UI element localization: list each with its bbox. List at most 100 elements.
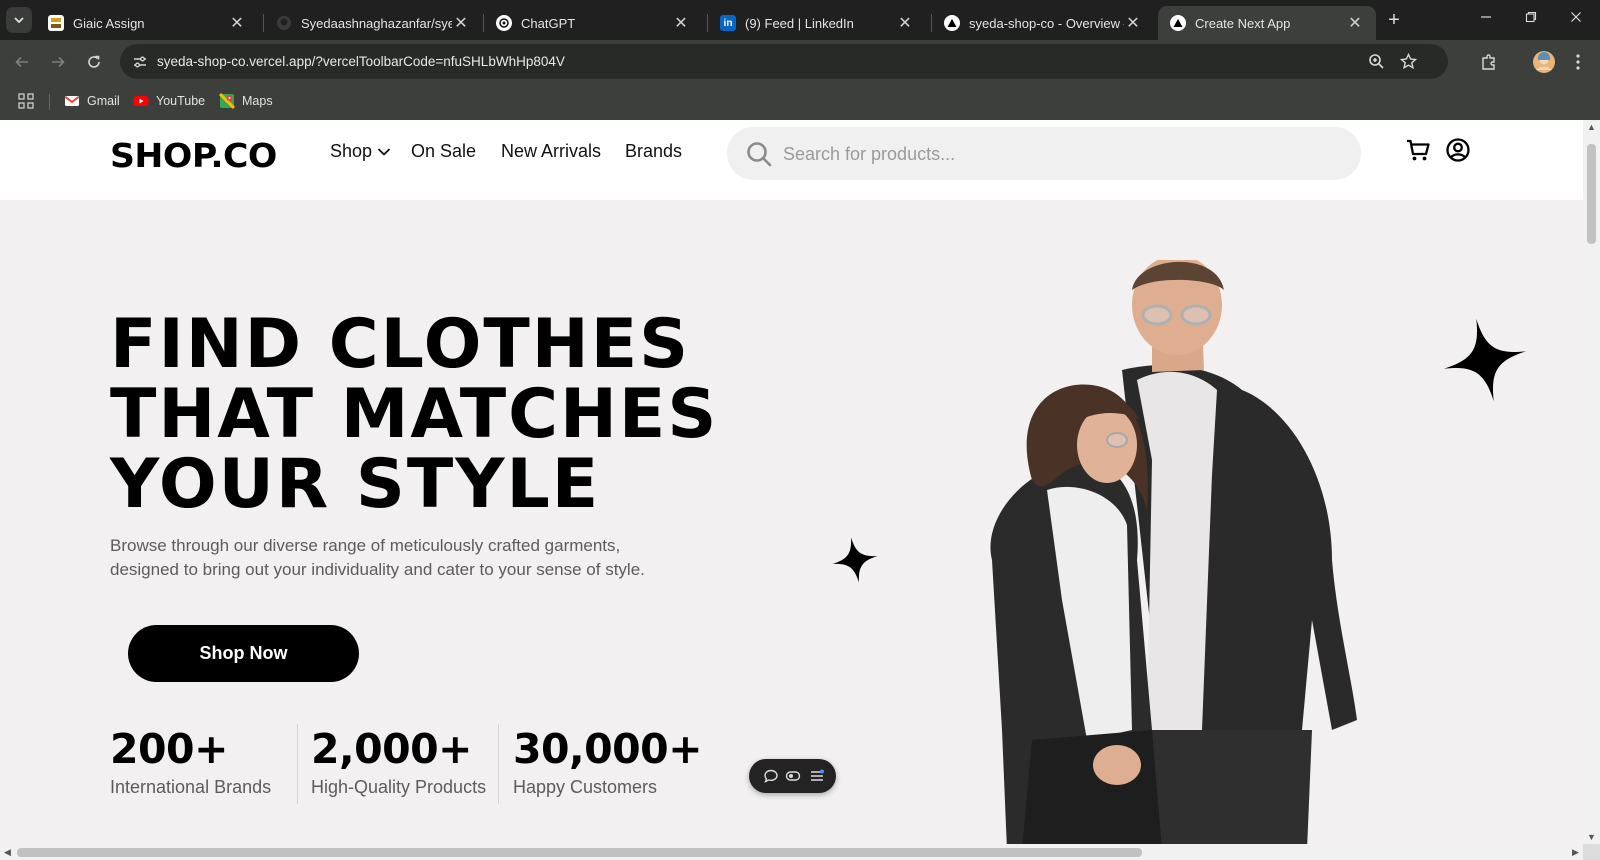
browser-menu-button[interactable] [1568,52,1588,72]
nav-brands[interactable]: Brands [625,141,682,162]
youtube-icon [133,96,149,106]
tab-title: Syedaashnaghazanfar/syeda-shop-co [301,15,452,31]
bookmarks-bar: Gmail YouTube Maps [0,84,1600,120]
shop-now-button[interactable]: Shop Now [128,625,359,682]
arrow-left-icon [15,56,28,68]
stat-value: 30,000+ [513,725,703,773]
scroll-left-icon[interactable]: ◀ [4,847,11,858]
arrow-right-icon [52,56,65,68]
tab-giaic[interactable]: Giaic Assign ✕ [36,6,258,40]
site-header: SHOP.CO Shop On Sale New Arrivals Brands [0,120,1583,200]
scroll-up-icon[interactable]: ▲ [1587,122,1596,132]
profile-avatar[interactable] [1531,49,1557,75]
linkedin-favicon: in [720,15,736,31]
apps-button[interactable] [18,93,34,109]
user-account-icon[interactable] [1444,136,1472,164]
close-window-button[interactable] [1566,10,1586,26]
extensions-button[interactable] [1479,52,1499,72]
forward-button[interactable] [48,52,68,72]
new-tab-button[interactable]: + [1382,9,1406,33]
site-logo[interactable]: SHOP.CO [110,136,277,175]
chevron-down-icon [14,17,24,24]
close-icon[interactable]: ✕ [1124,13,1142,33]
star-icon[interactable] [1399,52,1418,75]
maps-icon [219,93,235,109]
bookmark-youtube[interactable]: YouTube [133,93,205,109]
tab-strip: Giaic Assign ✕ Syedaashnaghazanfar/syeda… [0,0,1600,40]
chevron-down-icon [377,147,391,156]
address-bar[interactable]: syeda-shop-co.vercel.app/?vercelToolbarC… [120,44,1448,79]
avatar-icon [1533,51,1555,73]
tab-search-button[interactable] [6,7,32,33]
stat-divider [297,724,298,804]
cart-icon[interactable] [1404,136,1432,164]
url-text[interactable]: syeda-shop-co.vercel.app/?vercelToolbarC… [157,54,565,69]
close-icon[interactable]: ✕ [672,13,690,33]
giaic-favicon [48,15,64,31]
close-icon[interactable]: ✕ [228,13,246,33]
vercel-favicon [944,15,960,31]
horizontal-scroll-thumb[interactable] [17,848,1142,857]
page-viewport: SHOP.CO Shop On Sale New Arrivals Brands… [0,120,1583,844]
vercel-toolbar[interactable] [749,759,836,793]
vertical-scrollbar[interactable]: ▲ ▼ [1583,120,1600,844]
close-icon[interactable]: ✕ [1346,13,1364,33]
search-bar[interactable] [727,127,1361,180]
gmail-icon [64,96,80,106]
tab-title: Giaic Assign [73,15,145,31]
tab-title: Create Next App [1195,15,1291,31]
reload-button[interactable] [84,52,104,72]
vercel-favicon [1170,15,1186,31]
bookmark-label: Gmail [87,94,120,108]
scrollbar-corner [1583,844,1600,860]
hero-title: FIND CLOTHES THAT MATCHES YOUR STYLE [110,310,718,520]
hero-title-line: YOUR STYLE [110,445,601,524]
back-button[interactable] [12,52,32,72]
nav-on-sale[interactable]: On Sale [411,141,476,162]
nav-shop-label: Shop [330,141,373,161]
bookmark-divider [49,94,50,110]
stat-customers: 30,000+ Happy Customers [513,725,703,798]
stat-value: 2,000+ [311,725,473,773]
close-icon[interactable]: ✕ [896,13,914,33]
minimize-button[interactable] [1476,10,1496,26]
more-vertical-icon [1576,54,1580,70]
puzzle-icon [1482,54,1495,70]
stat-value: 200+ [110,725,228,773]
scroll-right-icon[interactable]: ▶ [1572,847,1579,858]
search-icon [747,142,772,167]
restore-button[interactable] [1521,10,1541,26]
toggle-icon[interactable] [785,768,801,784]
hero-description: Browse through our diverse range of meti… [110,536,645,579]
sparkle-large-icon [1443,318,1527,402]
stat-divider [498,724,499,804]
tab-vercel-overview[interactable]: syeda-shop-co - Overview – Vercel ✕ [932,6,1154,40]
horizontal-scrollbar[interactable]: ◀ ▶ [0,844,1583,860]
stat-label: Happy Customers [513,777,658,797]
scroll-down-icon[interactable]: ▼ [1587,832,1596,842]
reload-icon [88,55,100,68]
nav-shop-dropdown[interactable]: Shop [330,141,391,162]
nav-new-arrivals[interactable]: New Arrivals [501,141,601,162]
tab-create-next-app[interactable]: Create Next App ✕ [1158,6,1376,40]
comment-icon[interactable] [763,768,779,784]
bookmark-gmail[interactable]: Gmail [64,93,120,109]
github-favicon [276,15,292,31]
bookmark-label: YouTube [156,94,206,108]
close-icon[interactable]: ✕ [452,13,470,33]
site-info-icon[interactable] [132,54,148,75]
tab-title: syeda-shop-co - Overview – Vercel [969,15,1124,31]
stat-label: High-Quality Products [311,777,487,797]
zoom-icon[interactable] [1368,53,1385,75]
restore-icon [1525,11,1537,23]
bookmark-maps[interactable]: Maps [219,93,273,109]
vertical-scroll-thumb[interactable] [1587,144,1596,244]
tab-chatgpt[interactable]: ChatGPT ✕ [484,6,702,40]
menu-icon[interactable] [809,768,825,784]
tab-linkedin[interactable]: in (9) Feed | LinkedIn ✕ [708,6,926,40]
tab-github[interactable]: Syedaashnaghazanfar/syeda-shop-co ✕ [264,6,482,40]
stat-brands: 200+ International Brands [110,725,271,798]
search-input[interactable] [783,141,1343,167]
bookmark-label: Maps [242,94,273,108]
hero-models-image [990,260,1357,844]
